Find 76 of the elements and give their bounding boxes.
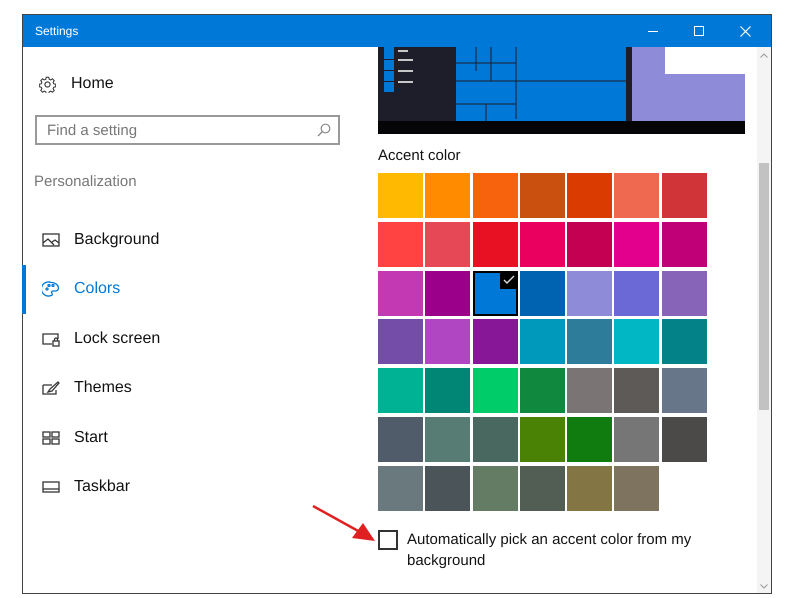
arrow-drawing xyxy=(312,505,376,543)
color-swatch[interactable] xyxy=(472,368,518,414)
color-swatch[interactable] xyxy=(472,416,518,462)
taskbar-icon xyxy=(42,479,60,496)
checkbox[interactable] xyxy=(378,530,398,550)
color-swatch[interactable] xyxy=(520,222,565,267)
color-swatch[interactable] xyxy=(378,466,423,511)
color-swatch[interactable] xyxy=(614,222,660,267)
nav-item[interactable]: Background xyxy=(22,215,360,264)
color-swatch[interactable] xyxy=(520,368,565,414)
color-swatch[interactable] xyxy=(662,270,707,316)
window-title: Settings xyxy=(35,24,78,38)
scroll-thumb[interactable] xyxy=(759,163,769,410)
color-swatch[interactable] xyxy=(662,368,707,414)
scrollbar[interactable] xyxy=(757,47,771,593)
color-swatch[interactable] xyxy=(662,222,707,267)
color-swatch[interactable] xyxy=(425,416,470,462)
color-swatch[interactable] xyxy=(520,173,565,218)
picture-icon xyxy=(42,232,60,248)
color-swatch[interactable] xyxy=(614,319,660,364)
nav-item[interactable]: Lock screen xyxy=(22,314,360,364)
color-swatch[interactable] xyxy=(614,368,660,414)
color-swatch[interactable] xyxy=(567,416,612,462)
color-swatch[interactable] xyxy=(567,319,612,364)
nav-item[interactable]: Taskbar xyxy=(22,462,360,512)
color-swatch[interactable] xyxy=(472,222,518,267)
color-swatch[interactable] xyxy=(614,466,660,511)
color-swatch[interactable] xyxy=(567,368,612,414)
color-swatch[interactable] xyxy=(425,173,470,218)
color-swatch[interactable] xyxy=(378,173,423,218)
color-swatch[interactable] xyxy=(520,319,565,364)
checkbox-label: Automatically pick an accent color from my background xyxy=(407,530,692,571)
home-link[interactable]: Home xyxy=(39,75,360,93)
scroll-up-icon[interactable] xyxy=(760,53,768,58)
color-swatch[interactable] xyxy=(425,368,470,414)
color-swatch[interactable] xyxy=(662,416,707,462)
tiles-icon xyxy=(42,430,60,446)
color-swatch[interactable] xyxy=(520,466,565,511)
color-swatch[interactable] xyxy=(567,270,612,316)
color-swatch[interactable] xyxy=(520,416,565,462)
color-swatch[interactable] xyxy=(472,466,518,511)
color-swatch[interactable] xyxy=(614,416,660,462)
color-swatch[interactable] xyxy=(378,222,423,267)
color-swatch[interactable] xyxy=(378,368,423,414)
lock-screen-icon xyxy=(42,330,60,347)
color-swatch[interactable] xyxy=(472,270,518,316)
color-swatch[interactable] xyxy=(425,270,470,316)
color-swatch[interactable] xyxy=(662,173,707,218)
search-field[interactable]: Find a setting xyxy=(35,115,340,145)
section-heading: Personalization xyxy=(34,173,138,190)
color-swatch[interactable] xyxy=(378,270,423,316)
color-swatch[interactable] xyxy=(567,222,612,267)
color-swatch[interactable] xyxy=(567,466,612,511)
nav-item[interactable]: Themes xyxy=(22,364,360,413)
palette-icon xyxy=(42,281,60,298)
settings-icon xyxy=(39,76,56,92)
checkmark-icon xyxy=(500,270,518,289)
nav-item[interactable]: Colors xyxy=(22,264,360,314)
maximize-icon[interactable] xyxy=(694,26,704,36)
color-swatch[interactable] xyxy=(425,466,470,511)
color-swatch[interactable] xyxy=(378,319,423,364)
search-icon xyxy=(317,123,331,137)
nav-item[interactable]: Start xyxy=(22,413,360,462)
scroll-down-icon[interactable] xyxy=(760,584,768,589)
color-swatch[interactable] xyxy=(472,173,518,218)
color-swatch[interactable] xyxy=(614,270,660,316)
color-swatch[interactable] xyxy=(425,222,470,267)
color-swatch[interactable] xyxy=(425,319,470,364)
color-swatch[interactable] xyxy=(520,270,565,316)
color-swatch[interactable] xyxy=(662,319,707,364)
color-swatch[interactable] xyxy=(567,173,612,218)
color-swatch[interactable] xyxy=(472,319,518,364)
accent-color-heading: Accent color xyxy=(378,147,462,164)
close-icon[interactable] xyxy=(740,26,751,36)
color-swatch[interactable] xyxy=(614,173,660,218)
color-swatch[interactable] xyxy=(378,416,423,462)
